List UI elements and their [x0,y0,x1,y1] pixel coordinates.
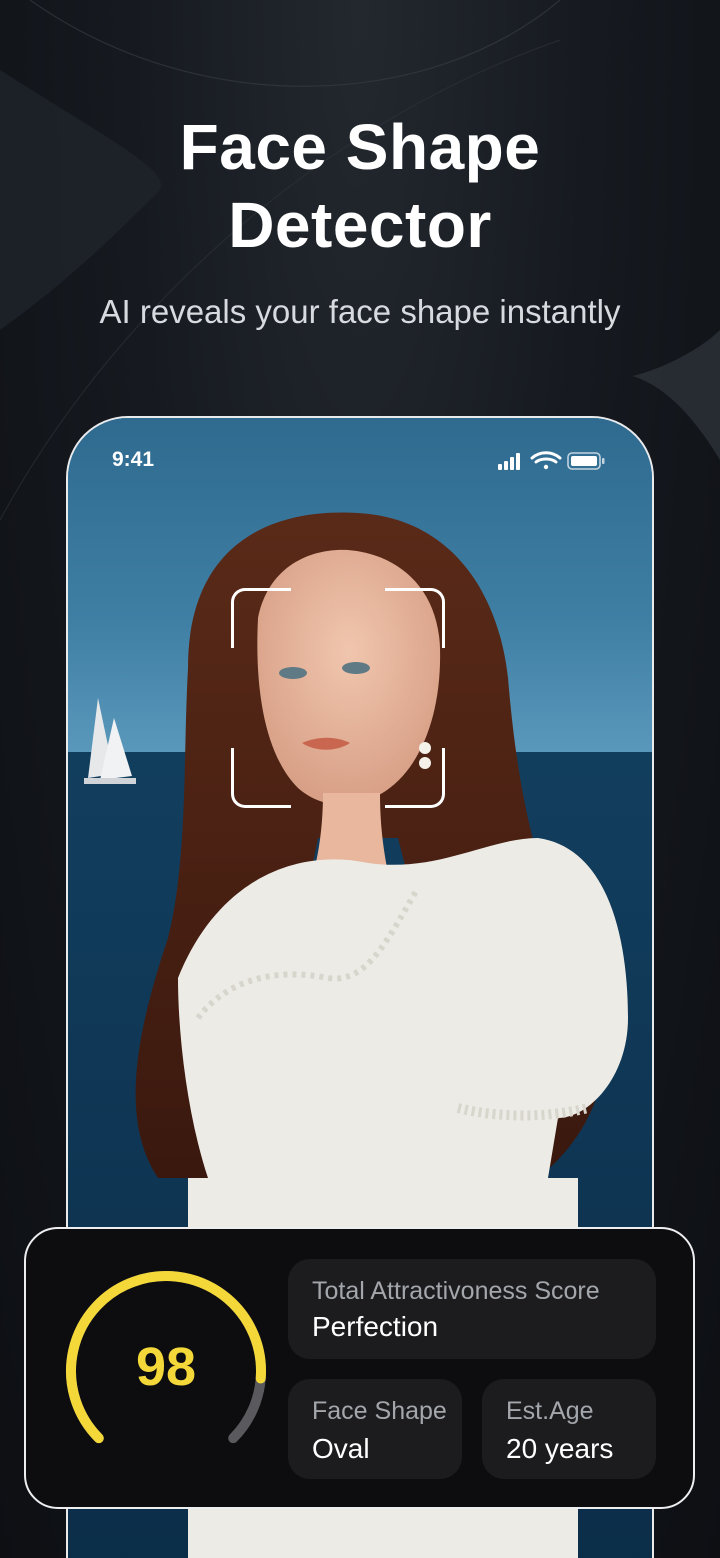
score-gauge: 98 [64,1269,268,1473]
page-subtitle: AI reveals your face shape instantly [99,293,621,330]
face-shape-label: Face Shape [312,1397,447,1425]
scan-corner-bottom-right [385,748,445,808]
cellular-signal-icon [498,453,520,470]
age-value: 20 years [506,1433,614,1464]
attractiveness-label: Total Attractivoness Score [312,1277,600,1305]
status-icons [498,451,605,470]
page-title: Face Shape Detector [0,108,720,264]
scan-corner-bottom-left [231,748,291,808]
scan-corner-top-left [231,588,291,648]
wifi-icon [530,451,562,470]
face-shape-tile: Face Shape Oval [288,1379,462,1479]
face-scan-frame [231,588,445,808]
face-shape-value: Oval [312,1433,370,1464]
page-title-line-2: Detector [228,189,492,261]
attractiveness-value: Perfection [312,1311,439,1342]
scan-corner-top-right [385,588,445,648]
status-bar: 9:41 [68,446,652,476]
attractiveness-tile: Total Attractivoness Score Perfection [288,1259,656,1359]
score-value: 98 [135,1337,197,1397]
battery-icon [567,452,605,470]
result-card: 98 Total Attractivoness Score Perfection… [24,1227,695,1509]
age-label: Est.Age [506,1397,594,1425]
page-title-line-1: Face Shape [179,111,541,183]
status-time: 9:41 [112,448,155,471]
age-tile: Est.Age 20 years [482,1379,656,1479]
